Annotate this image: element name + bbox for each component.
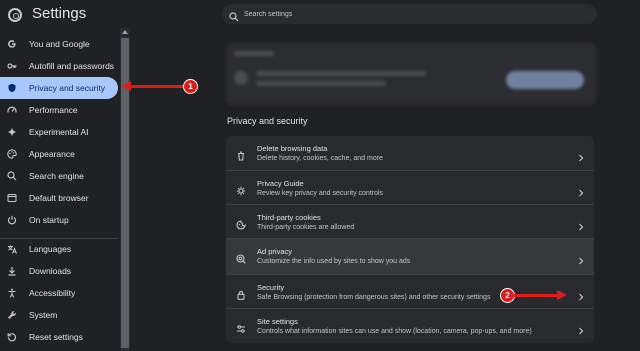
sidebar-item-label: Downloads [29,266,72,276]
row-title: Security [257,283,285,292]
sidebar-item-downloads[interactable]: Downloads [0,260,118,282]
sidebar: You and Google Autofill and passwords Pr… [0,33,120,351]
row-subtitle: Review key privacy and security controls [257,190,384,197]
row-title: Ad privacy [257,247,293,256]
trash-icon [236,148,246,161]
lock-icon [236,287,246,300]
palette-icon [7,149,17,159]
search-icon [229,9,239,22]
blurred-safety-check-card [226,43,596,105]
sidebar-item-privacy-and-security[interactable]: Privacy and security [0,77,118,99]
accessibility-icon [7,288,17,298]
key-icon [7,61,17,71]
sidebar-item-label: Reset settings [29,332,83,342]
row-subtitle: Safe Browsing (protection from dangerous… [257,294,491,301]
sidebar-item-autofill-and-passwords[interactable]: Autofill and passwords [0,55,118,77]
sidebar-item-label: Accessibility [29,288,76,298]
sidebar-item-languages[interactable]: Languages [0,238,118,260]
sidebar-item-experimental-ai[interactable]: Experimental AI [0,121,118,143]
sidebar-item-accessibility[interactable]: Accessibility [0,282,118,304]
sidebar-item-label: System [29,310,58,320]
sidebar-item-label: Default browser [29,193,89,203]
reset-icon [7,332,17,342]
annotation-arrowhead-1 [121,81,131,91]
power-icon [7,215,17,225]
chevron-right-icon [578,288,584,301]
annotation-arrowhead-2 [557,290,567,300]
search-bar[interactable] [222,4,597,24]
browser-icon [7,193,17,203]
search-input[interactable] [242,9,546,19]
translate-icon [7,244,17,254]
sidebar-item-system[interactable]: System [0,304,118,326]
row-privacy-guide[interactable]: Privacy Guide Review key privacy and sec… [226,170,594,204]
cookie-icon [236,217,246,230]
row-subtitle: Delete history, cookies, cache, and more [257,155,383,162]
ad-privacy-icon [236,251,246,264]
row-title: Delete browsing data [257,144,328,153]
sparkle-icon [7,127,17,137]
download-icon [7,266,17,276]
scroll-up-arrow-icon[interactable] [122,30,128,34]
row-security[interactable]: Security Safe Browsing (protection from … [226,274,594,308]
speedometer-icon [7,105,17,115]
sidebar-item-default-browser[interactable]: Default browser [0,187,118,209]
sidebar-item-label: Appearance [29,149,75,159]
sidebar-item-on-startup[interactable]: On startup [0,209,118,231]
annotation-arrow-1 [130,85,184,88]
chevron-right-icon [578,322,584,335]
sidebar-item-search-engine[interactable]: Search engine [0,165,118,187]
chevron-right-icon [578,252,584,265]
page-title: Settings [32,5,87,22]
chevron-right-icon [578,149,584,162]
chevron-right-icon [578,218,584,231]
sidebar-item-label: Privacy and security [29,83,106,93]
sidebar-item-label: Languages [29,244,72,254]
sidebar-item-label: Search engine [29,171,84,181]
sidebar-item-label: You and Google [29,39,90,49]
sidebar-item-label: On startup [29,215,69,225]
search-icon [7,171,17,181]
sidebar-item-label: Performance [29,105,78,115]
row-title: Third-party cookies [257,213,321,222]
privacy-settings-card: Delete browsing data Delete history, coo… [226,136,594,343]
row-title: Site settings [257,317,298,326]
row-subtitle: Third-party cookies are allowed [257,224,355,231]
row-title: Privacy Guide [257,179,304,188]
row-ad-privacy[interactable]: Ad privacy Customize the info used by si… [226,238,594,274]
section-title: Privacy and security [227,116,308,126]
sidebar-item-you-and-google[interactable]: You and Google [0,33,118,55]
row-subtitle: Customize the info used by sites to show… [257,258,411,265]
privacy-guide-icon [236,183,246,196]
sidebar-item-label: Experimental AI [29,127,89,137]
annotation-badge-1: 1 [183,79,198,94]
sidebar-item-appearance[interactable]: Appearance [0,143,118,165]
sidebar-item-reset-settings[interactable]: Reset settings [0,326,118,348]
shield-icon [7,83,17,93]
wrench-icon [7,310,17,320]
sliders-icon [236,321,246,333]
row-subtitle: Controls what information sites can use … [257,328,532,335]
sidebar-item-label: Autofill and passwords [29,61,115,71]
google-icon [7,39,17,49]
chevron-right-icon [578,184,584,197]
chrome-logo-icon [8,8,22,22]
row-delete-browsing-data[interactable]: Delete browsing data Delete history, coo… [226,136,594,170]
row-third-party-cookies[interactable]: Third-party cookies Third-party cookies … [226,204,594,238]
sidebar-scrollbar[interactable] [120,28,130,351]
sidebar-item-performance[interactable]: Performance [0,99,118,121]
row-site-settings[interactable]: Site settings Controls what information … [226,308,594,343]
annotation-badge-2: 2 [500,288,515,303]
annotation-arrow-2 [514,294,558,297]
